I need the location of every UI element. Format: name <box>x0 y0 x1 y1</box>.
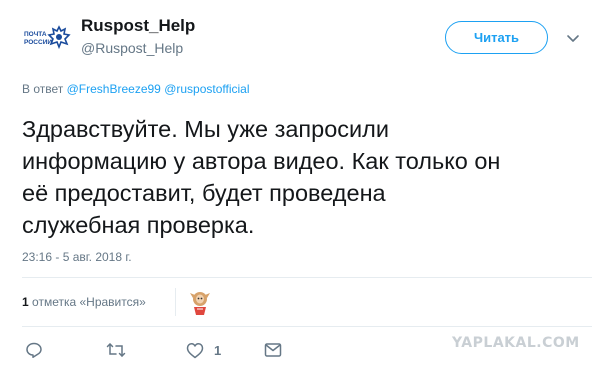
display-name[interactable]: Ruspost_Help <box>81 16 195 36</box>
tweet-line: информацию у автора видео. Как только он <box>22 148 501 174</box>
like-action[interactable]: 1 <box>186 340 221 360</box>
tweet-text: Здравствуйте. Мы уже запросили информаци… <box>22 113 592 241</box>
timestamp[interactable]: 23:16 - 5 авг. 2018 г. <box>22 250 132 264</box>
watermark: YAPLAKAL.COM <box>452 335 580 351</box>
divider <box>175 288 176 316</box>
reply-icon <box>26 342 42 359</box>
retweet-action[interactable] <box>106 340 126 360</box>
likes-label: отметка «Нравится» <box>32 295 146 309</box>
reply-context: В ответ @FreshBreeze99 @ruspostofficial <box>22 82 250 96</box>
liker-avatar[interactable] <box>188 290 212 316</box>
likes-summary[interactable]: 1 отметка «Нравится» <box>22 295 146 309</box>
reply-action[interactable] <box>25 340 43 360</box>
tweet-line: Здравствуйте. Мы уже запросили <box>22 116 390 142</box>
retweet-icon <box>106 343 126 357</box>
divider <box>22 326 592 327</box>
username[interactable]: @Ruspost_Help <box>81 40 183 56</box>
likes-count: 1 <box>22 295 29 309</box>
tweet-line: её предоставит, будет проведена <box>22 180 386 206</box>
divider <box>22 277 592 278</box>
chevron-down-icon[interactable] <box>565 30 581 46</box>
mention-link[interactable]: @ruspostofficial <box>164 82 249 96</box>
avatar[interactable]: ПОЧТА РОССИИ <box>22 16 72 62</box>
follow-button[interactable]: Читать <box>445 21 548 54</box>
message-icon <box>264 343 282 357</box>
logo-text-1: ПОЧТА <box>24 31 47 38</box>
tweet-line: служебная проверка. <box>22 212 255 238</box>
tweet-header: ПОЧТА РОССИИ Ruspost_Help @Ruspost_Help … <box>0 0 614 70</box>
heart-icon <box>186 342 204 358</box>
like-count: 1 <box>214 342 222 358</box>
reply-prefix: В ответ <box>22 82 64 96</box>
mention-link[interactable]: @FreshBreeze99 <box>67 82 161 96</box>
message-action[interactable] <box>264 340 282 360</box>
logo-text-2: РОССИИ <box>24 39 52 46</box>
russian-post-logo: ПОЧТА РОССИИ <box>22 22 72 56</box>
